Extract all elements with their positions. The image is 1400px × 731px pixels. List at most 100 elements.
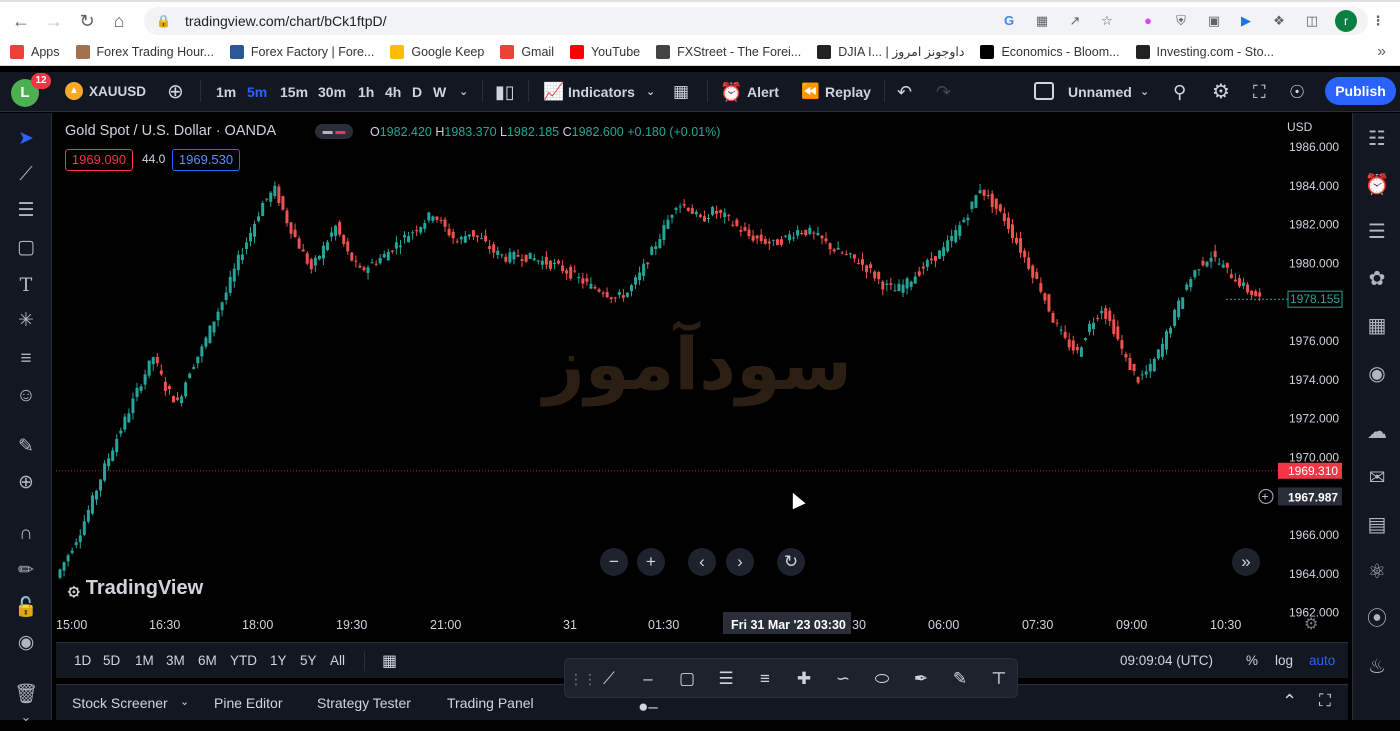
buy-price-button[interactable]: 1969.530 xyxy=(172,149,240,171)
bookmark-item[interactable]: Forex Trading Hour... xyxy=(75,44,214,59)
compare-symbol-button[interactable]: ⊕ xyxy=(167,72,184,112)
bookmark-item[interactable]: Investing.com - Sto... xyxy=(1135,44,1274,59)
range-1y[interactable]: 1Y xyxy=(270,653,287,668)
fib-retracement-tool-icon[interactable]: ≡ xyxy=(751,665,779,693)
chats-icon[interactable]: ✉ xyxy=(1363,464,1391,492)
stock-screener-chevron-icon[interactable]: ⌄ xyxy=(180,695,189,708)
tab-trading-panel[interactable]: Trading Panel xyxy=(447,695,534,711)
lock-drawings-icon[interactable]: 🔓 xyxy=(12,594,40,622)
rectangle-shape-icon[interactable]: ▢ xyxy=(12,234,40,262)
layout-chevron-icon[interactable]: ⌄ xyxy=(1140,72,1149,112)
interval-15m[interactable]: 15m xyxy=(280,72,308,112)
home-icon[interactable]: ⌂ xyxy=(108,10,130,32)
horizontal-ray-tool-icon[interactable]: –●– xyxy=(634,665,662,716)
axis-settings-gear-icon[interactable]: ⚙ xyxy=(1304,614,1318,634)
range-1d[interactable]: 1D xyxy=(74,653,91,668)
layout-templates-icon[interactable]: ▦ xyxy=(673,72,689,112)
ellipse-tool-icon[interactable]: ⬭ xyxy=(868,665,896,693)
interval-W[interactable]: W xyxy=(433,72,446,112)
range-5y[interactable]: 5Y xyxy=(300,653,317,668)
magnet-icon[interactable]: ∩ xyxy=(12,520,40,548)
utc-clock[interactable]: 09:09:04 (UTC) xyxy=(1120,653,1213,668)
auto-scale-toggle[interactable]: auto xyxy=(1309,653,1335,668)
legend-toggle-pill[interactable]: ▬ ▬ xyxy=(315,124,353,139)
highlighter-tool-icon[interactable]: ✎ xyxy=(946,665,974,693)
tab-stock-screener[interactable]: Stock Screener xyxy=(72,695,168,711)
scroll-to-realtime-button[interactable]: » xyxy=(1232,548,1260,576)
calendar-icon[interactable]: ▦ xyxy=(1363,312,1391,340)
back-arrow-icon[interactable]: ← xyxy=(10,10,32,32)
bookmark-item[interactable]: YouTube xyxy=(569,44,640,59)
bookmark-item[interactable]: Apps xyxy=(10,44,60,59)
layout-name-button[interactable]: Unnamed xyxy=(1068,72,1132,112)
interval-D[interactable]: D xyxy=(412,72,422,112)
lock-drawing-pencil-icon[interactable]: ✏ xyxy=(12,557,40,585)
indicators-icon[interactable]: 📈 xyxy=(543,72,564,112)
hide-drawings-eye-icon[interactable]: ◉ xyxy=(12,629,40,657)
collapse-chevron-icon[interactable]: ⌄ xyxy=(12,703,40,731)
interval-5m[interactable]: 5m xyxy=(247,72,267,112)
tab-pine-editor[interactable]: Pine Editor xyxy=(214,695,282,711)
forecast-tool-icon[interactable]: ≡ xyxy=(12,345,40,373)
reset-chart-button[interactable]: ↻ xyxy=(777,548,805,576)
percent-scale-toggle[interactable]: % xyxy=(1246,653,1258,668)
forward-arrow-icon[interactable]: → xyxy=(43,10,65,32)
crosshair-tool-icon[interactable]: ✚ xyxy=(790,665,818,693)
currency-label[interactable]: USD xyxy=(1287,120,1313,134)
trend-line-icon[interactable]: ⟋ xyxy=(12,161,40,189)
tradingview-logo[interactable]: ۞ TradingView xyxy=(68,576,203,601)
interval-30m[interactable]: 30m xyxy=(318,72,346,112)
path-tool-icon[interactable]: ∽ xyxy=(829,665,857,693)
alert-clock-icon[interactable]: ⏰ xyxy=(720,72,742,112)
alert-button[interactable]: Alert xyxy=(747,72,779,112)
google-icon[interactable]: G xyxy=(1001,13,1017,29)
cursor-arrow-icon[interactable]: ➤ xyxy=(12,125,40,153)
messages-icon[interactable]: ▤ xyxy=(1363,511,1391,539)
symbol-search[interactable]: XAUUSD xyxy=(89,72,146,112)
range-all[interactable]: All xyxy=(330,653,345,668)
range-ytd[interactable]: YTD xyxy=(230,653,257,668)
extension-box-icon[interactable]: ▣ xyxy=(1206,13,1222,29)
hotlist-fire-icon[interactable]: ✿ xyxy=(1363,265,1391,293)
layout-checkbox-icon[interactable] xyxy=(1034,82,1054,100)
scroll-right-button[interactable]: › xyxy=(726,548,754,576)
candle-type-icon[interactable]: ▮▯ xyxy=(495,72,515,112)
profile-avatar[interactable]: r xyxy=(1335,10,1357,32)
rectangle-tool-icon[interactable]: ▢ xyxy=(673,665,701,693)
alerts-clock-icon[interactable]: ⏰ xyxy=(1363,171,1391,199)
date-range-calendar-icon[interactable]: ▦ xyxy=(382,651,397,671)
interval-1m[interactable]: 1m xyxy=(216,72,236,112)
trend-line-tool-icon[interactable]: ⟋ xyxy=(595,665,623,693)
ideas-bulb-icon[interactable]: ◉ xyxy=(1363,360,1391,388)
sell-price-button[interactable]: 1969.090 xyxy=(65,149,133,171)
notifications-bell-icon[interactable]: ♨ xyxy=(1363,653,1391,681)
undo-icon[interactable]: ↶ xyxy=(897,72,912,112)
bookmark-star-icon[interactable]: ☆ xyxy=(1099,13,1115,29)
text-tool-icon[interactable]: T xyxy=(12,271,40,299)
publish-button[interactable]: Publish xyxy=(1325,77,1396,105)
drag-handle-icon[interactable]: ⋮⋮ xyxy=(569,665,597,693)
fullscreen-icon[interactable]: ⛶ xyxy=(1253,72,1266,112)
bookmark-item[interactable]: Gmail xyxy=(500,44,554,59)
fib-lines-icon[interactable]: ☰ xyxy=(12,197,40,225)
extensions-puzzle-icon[interactable]: ❖ xyxy=(1271,13,1287,29)
range-5d[interactable]: 5D xyxy=(103,653,120,668)
browser-menu-icon[interactable]: ⋮ xyxy=(1370,13,1386,29)
side-panel-icon[interactable]: ◫ xyxy=(1304,13,1320,29)
text-cursor-tool-icon[interactable]: ⊤ xyxy=(985,665,1013,693)
brush-tool-icon[interactable]: ✒ xyxy=(907,665,935,693)
range-3m[interactable]: 3M xyxy=(166,653,185,668)
range-6m[interactable]: 6M xyxy=(198,653,217,668)
pattern-tool-icon[interactable]: ✳ xyxy=(12,307,40,335)
ruler-measure-icon[interactable]: ✎ xyxy=(12,433,40,461)
bookmark-item[interactable]: FXStreet - The Forei... xyxy=(656,44,801,59)
interval-dropdown-chevron-icon[interactable]: ⌄ xyxy=(459,72,468,112)
bookmarks-more-icon[interactable]: » xyxy=(1377,43,1386,61)
extension-play-icon[interactable]: ▶ xyxy=(1238,13,1254,29)
watchlist-icon[interactable]: ☷ xyxy=(1363,125,1391,153)
replay-icon[interactable]: ⏪ xyxy=(801,72,820,112)
log-scale-toggle[interactable]: log xyxy=(1275,653,1293,668)
translate-icon[interactable]: ▦ xyxy=(1034,13,1050,29)
search-icon[interactable]: ⚲ xyxy=(1173,72,1186,112)
interval-4h[interactable]: 4h xyxy=(385,72,401,112)
